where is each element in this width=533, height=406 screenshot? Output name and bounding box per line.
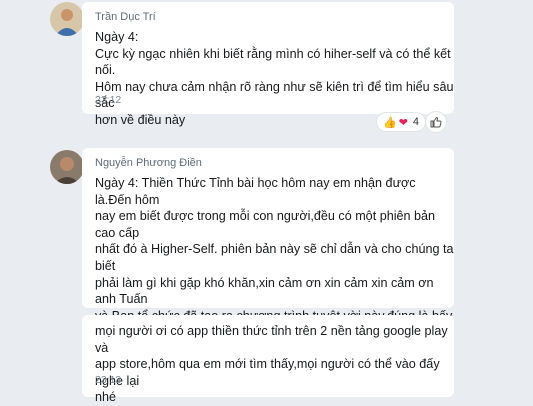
add-reaction-button[interactable]	[425, 111, 447, 133]
message-bubble: Trần Dục Trí Ngày 4: Cực kỳ ngạc nhiên k…	[82, 2, 454, 127]
message-bubble: mọi người ơi có app thiền thức tỉnh trên…	[82, 315, 454, 404]
thumbs-up-outline-icon	[430, 117, 442, 128]
message-time: 23:12	[95, 94, 122, 106]
reaction-summary[interactable]: 👍 ❤ 4	[376, 112, 427, 132]
heart-icon: ❤	[398, 116, 408, 129]
message-text: mọi người ơi có app thiền thức tỉnh trên…	[95, 324, 448, 405]
avatar[interactable]	[50, 150, 84, 184]
message-time: 23:13	[95, 374, 122, 386]
sender-name[interactable]: Nguyễn Phương Điền	[95, 157, 202, 169]
thumbs-up-icon: 👍	[383, 116, 397, 129]
avatar[interactable]	[50, 2, 84, 36]
sender-name[interactable]: Trần Dục Trí	[95, 11, 156, 23]
message-bubble: Nguyễn Phương Điền Ngày 4: Thiền Thức Tỉ…	[82, 148, 454, 389]
reaction-count: 4	[412, 116, 420, 128]
